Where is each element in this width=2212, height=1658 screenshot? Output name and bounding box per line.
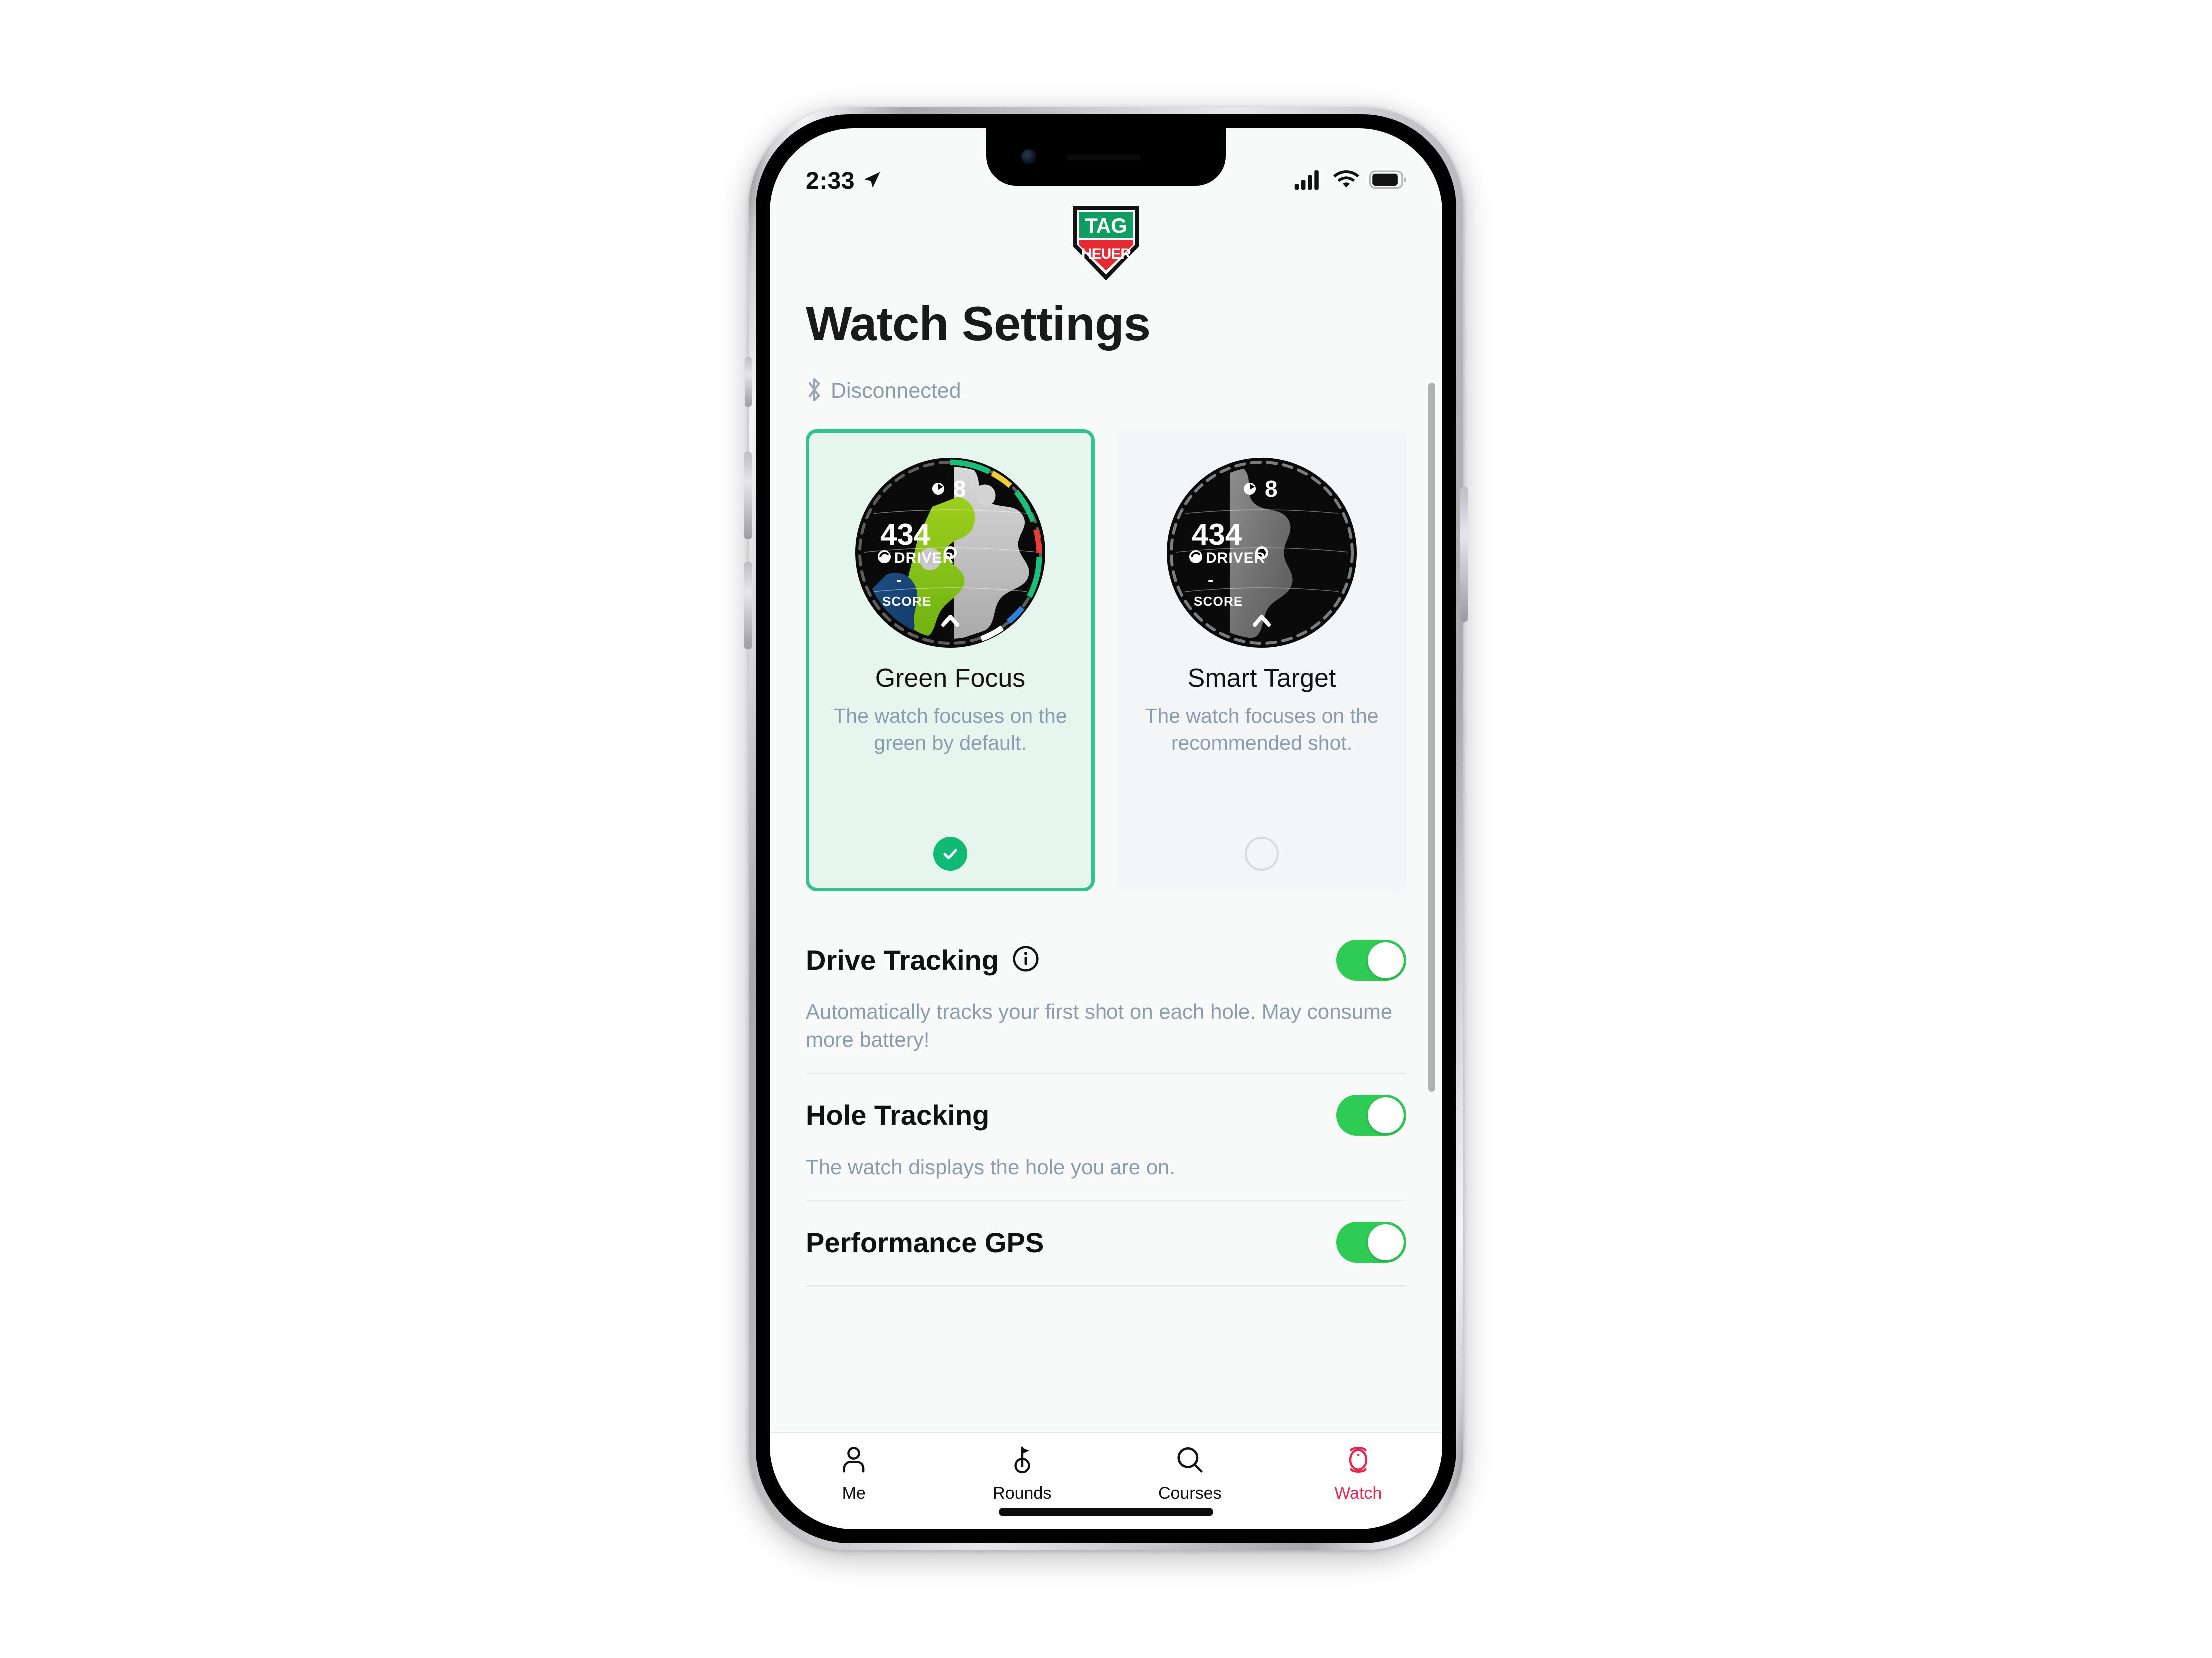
location-arrow-icon — [862, 169, 883, 193]
front-camera-icon — [1021, 149, 1036, 164]
mode-description: The watch focuses on the recommended sho… — [1145, 704, 1379, 754]
scrollbar-thumb[interactable] — [1428, 383, 1435, 1092]
tab-me[interactable]: Me — [770, 1444, 938, 1503]
watch-icon — [1343, 1444, 1374, 1478]
toggle-knob — [1368, 1097, 1404, 1133]
mode-radio-smart-target[interactable] — [1245, 817, 1279, 871]
watch-face-preview-color: 8 434 DRIVER - SCORE — [850, 453, 1050, 653]
page-title: Watch Settings — [806, 296, 1151, 351]
svg-text:HEUER: HEUER — [1081, 246, 1131, 262]
status-bar-left: 2:33 — [806, 167, 883, 195]
volume-up-button[interactable] — [744, 452, 752, 539]
info-icon[interactable] — [1012, 945, 1040, 975]
status-bar-right — [1294, 170, 1406, 192]
svg-text:SCORE: SCORE — [1194, 594, 1243, 609]
toggle-drive-tracking[interactable] — [1336, 939, 1406, 981]
svg-text:-: - — [1208, 571, 1213, 590]
tab-watch[interactable]: Watch — [1274, 1444, 1443, 1503]
setting-label-group: Performance GPS — [806, 1226, 1044, 1259]
home-indicator[interactable] — [999, 1508, 1213, 1516]
tab-label: Me — [842, 1484, 866, 1503]
watch-face-preview-grayscale: 8 434 DRIVER - SCORE — [1162, 453, 1362, 653]
svg-text:DRIVER: DRIVER — [894, 550, 954, 566]
setting-description: Automatically tracks your first shot on … — [806, 999, 1393, 1051]
phone-screen: 2:33 TAG HEUER Watch Settings Disconnect… — [770, 128, 1442, 1529]
mode-card-smart-target[interactable]: 8 434 DRIVER - SCORE Smart Target The wa… — [1117, 429, 1406, 891]
wifi-icon — [1333, 170, 1359, 192]
toggle-knob — [1368, 1224, 1404, 1261]
svg-text:434: 434 — [880, 518, 931, 551]
svg-text:8: 8 — [1265, 476, 1278, 502]
connection-status-text: Disconnected — [831, 378, 961, 403]
tab-courses[interactable]: Courses — [1106, 1444, 1274, 1503]
svg-text:TAG: TAG — [1085, 214, 1127, 237]
mode-description: The watch focuses on the green by defaul… — [833, 704, 1067, 754]
phone-bezel: 2:33 TAG HEUER Watch Settings Disconnect… — [756, 114, 1456, 1543]
setting-label: Drive Tracking — [806, 944, 999, 976]
tab-rounds[interactable]: Rounds — [938, 1444, 1106, 1503]
toggle-performance-gps[interactable] — [1336, 1222, 1406, 1263]
settings-list: Drive Tracking Automatically tracks your… — [770, 919, 1442, 1287]
tag-heuer-logo: TAG HEUER — [1073, 206, 1139, 282]
mode-title: Green Focus — [875, 663, 1026, 693]
svg-text:-: - — [896, 571, 902, 590]
earpiece-speaker — [1066, 154, 1141, 160]
volume-down-button[interactable] — [744, 562, 752, 649]
setting-header: Performance GPS — [806, 1218, 1406, 1266]
watch-face-mode-selector: 8 434 DRIVER - SCORE Green Focus The wat… — [770, 429, 1442, 891]
golf-flag-icon — [1007, 1444, 1038, 1478]
mode-card-green-focus[interactable]: 8 434 DRIVER - SCORE Green Focus The wat… — [806, 429, 1095, 891]
setting-header: Drive Tracking — [806, 936, 1406, 984]
setting-row-drive-tracking: Drive Tracking Automatically tracks your… — [806, 919, 1406, 1074]
mute-switch-button[interactable] — [745, 357, 752, 407]
setting-label-group: Drive Tracking — [806, 944, 1040, 976]
radio-empty-icon — [1245, 836, 1279, 871]
tab-label: Courses — [1158, 1484, 1222, 1503]
svg-text:8: 8 — [953, 476, 966, 502]
check-circle-icon — [933, 836, 967, 871]
svg-text:SCORE: SCORE — [882, 594, 931, 609]
power-button[interactable] — [1460, 487, 1468, 622]
setting-label-group: Hole Tracking — [806, 1099, 989, 1131]
cellular-signal-icon — [1294, 170, 1323, 192]
svg-text:DRIVER: DRIVER — [1206, 550, 1265, 566]
svg-text:434: 434 — [1192, 518, 1242, 551]
status-time: 2:33 — [806, 167, 855, 194]
person-icon — [838, 1444, 869, 1478]
toggle-hole-tracking[interactable] — [1336, 1094, 1406, 1136]
settings-scroll-container[interactable]: TAG HEUER Watch Settings Disconnected 8 … — [770, 128, 1442, 1432]
setting-label: Performance GPS — [806, 1226, 1044, 1258]
toggle-knob — [1368, 942, 1404, 978]
brand-logo-container: TAG HEUER — [770, 206, 1442, 282]
bluetooth-icon — [806, 377, 823, 405]
battery-icon — [1369, 170, 1406, 192]
setting-row-performance-gps: Performance GPS — [806, 1201, 1406, 1287]
connection-status-row: Disconnected — [770, 377, 1442, 405]
tab-label: Watch — [1334, 1484, 1382, 1503]
mode-radio-green-focus[interactable] — [933, 817, 967, 871]
setting-label: Hole Tracking — [806, 1099, 990, 1131]
tab-label: Rounds — [993, 1484, 1052, 1503]
magnifier-icon — [1174, 1444, 1205, 1478]
mode-title: Smart Target — [1187, 663, 1336, 693]
phone-frame: 2:33 TAG HEUER Watch Settings Disconnect… — [744, 107, 1468, 1550]
setting-header: Hole Tracking — [806, 1091, 1406, 1139]
setting-description: The watch displays the hole you are on. — [806, 1155, 1176, 1179]
setting-row-hole-tracking: Hole Tracking The watch displays the hol… — [806, 1074, 1406, 1202]
notch — [986, 128, 1226, 186]
